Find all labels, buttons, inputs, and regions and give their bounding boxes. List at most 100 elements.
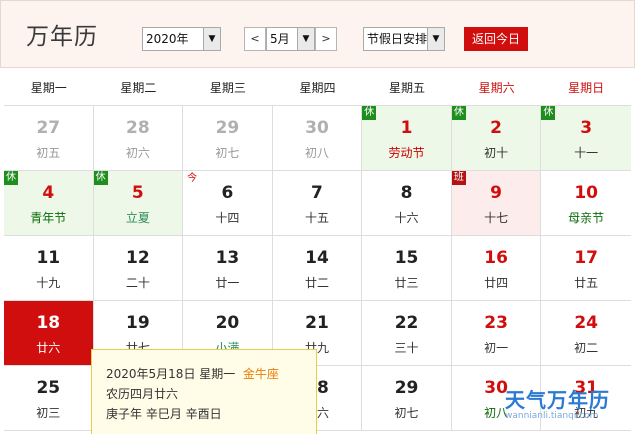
calendar-day-cell[interactable]: 休 1 劳动节 xyxy=(362,106,452,170)
day-number: 21 xyxy=(305,313,329,333)
lunar-date: 初二 xyxy=(574,341,599,355)
day-number: 12 xyxy=(126,248,150,268)
weekday-label: 星期六 xyxy=(478,81,515,95)
calendar-day-cell[interactable]: 29 初七 xyxy=(362,366,452,430)
lunar-date: 十四 xyxy=(215,211,240,225)
weekday-label: 星期三 xyxy=(209,81,246,95)
calendar-day-cell[interactable]: 24 初二 xyxy=(541,301,631,365)
calendar-week-row: 27 初五 28 初六 29 初七 30 初八休 1 劳动节休 2 初十休 3 十一 xyxy=(4,106,631,171)
calendar-day-cell[interactable]: 16 廿四 xyxy=(452,236,542,300)
day-number: 1 xyxy=(400,118,413,138)
calendar-day-cell[interactable]: 13 廿一 xyxy=(183,236,273,300)
calendar-day-cell[interactable]: 27 初五 xyxy=(4,106,94,170)
lunar-date: 廿三 xyxy=(394,276,419,290)
calendar-day-cell[interactable]: 28 初六 xyxy=(94,106,184,170)
weekday-label: 星期一 xyxy=(30,81,67,95)
month-value: 5月 xyxy=(270,32,290,46)
day-number: 15 xyxy=(394,248,419,268)
day-number: 3 xyxy=(580,118,593,138)
day-number: 10 xyxy=(574,183,598,203)
day-number: 24 xyxy=(574,313,598,333)
calendar-day-cell[interactable]: 17 廿五 xyxy=(541,236,631,300)
page-title: 万年历 xyxy=(26,24,98,50)
calendar-day-cell[interactable]: 班 9 十七 xyxy=(451,171,542,235)
day-number: 5 xyxy=(131,183,144,203)
day-number: 29 xyxy=(215,118,240,138)
lunar-date: 初八 xyxy=(304,146,329,160)
tooltip-date: 2020年5月18日 星期一 xyxy=(106,367,236,381)
lunar-date: 初七 xyxy=(215,146,240,160)
day-number: 20 xyxy=(215,313,240,333)
calendar-day-cell[interactable]: 22 三十 xyxy=(362,301,452,365)
chevron-down-icon: ▼ xyxy=(297,28,314,50)
day-number: 14 xyxy=(305,248,329,268)
watermark-url: wannianli.tianqi.com xyxy=(505,411,599,421)
calendar-day-cell[interactable]: 8 十六 xyxy=(362,171,452,235)
chevron-down-icon: ▼ xyxy=(203,28,220,50)
day-number: 8 xyxy=(400,183,413,203)
day-number: 16 xyxy=(484,248,508,268)
day-number: 2 xyxy=(490,118,503,138)
lunar-date: 劳动节 xyxy=(388,146,425,160)
calendar-day-cell[interactable]: 休 3 十一 xyxy=(541,106,631,170)
day-number: 18 xyxy=(36,313,61,333)
chevron-down-icon: ▼ xyxy=(427,28,444,50)
lunar-date: 初七 xyxy=(394,406,419,420)
calendar-day-cell[interactable]: 7 十五 xyxy=(273,171,363,235)
calendar-week-row: 休 4 青年节休 5 立夏今 6 十四 7 十五 8 十六班 9 十七 10 母亲节 xyxy=(4,171,631,236)
lunar-date: 廿四 xyxy=(484,276,509,290)
calendar-day-cell[interactable]: 休 2 初十 xyxy=(451,106,542,170)
day-number: 13 xyxy=(215,248,240,268)
calendar-day-cell[interactable]: 29 初七 xyxy=(183,106,273,170)
year-select[interactable]: 2020年 ▼ xyxy=(142,27,221,51)
month-select[interactable]: 5月 ▼ xyxy=(266,27,315,51)
calendar-day-cell[interactable]: 11 十九 xyxy=(4,236,94,300)
calendar-day-cell[interactable]: 18 廿六 xyxy=(4,301,94,365)
lunar-date: 十七 xyxy=(484,211,509,225)
tooltip-lunar: 农历四月廿六 xyxy=(106,387,179,401)
lunar-date: 初三 xyxy=(36,406,61,420)
day-detail-tooltip: 2020年5月18日 星期一 金牛座 农历四月廿六 庚子年 辛巳月 辛酉日 xyxy=(91,349,317,434)
day-number: 4 xyxy=(42,183,55,203)
calendar-day-cell[interactable]: 今 6 十四 xyxy=(183,171,273,235)
holiday-select-value: 节假日安排 xyxy=(367,32,428,46)
calendar-day-cell[interactable]: 23 初一 xyxy=(452,301,542,365)
lunar-date: 十九 xyxy=(36,276,61,290)
day-number: 27 xyxy=(36,118,61,138)
lunar-date: 十六 xyxy=(394,211,419,225)
lunar-date: 初五 xyxy=(36,146,61,160)
day-number: 17 xyxy=(574,248,598,268)
prev-month-button[interactable]: < xyxy=(244,27,266,51)
calendar-week-row: 11 十九 12 二十 13 廿一 14 廿二 15 廿三 16 廿四 17 廿五 xyxy=(4,236,631,301)
lunar-date: 初六 xyxy=(125,146,150,160)
weekday-header: 星期一 星期二 星期三 星期四 星期五 星期六 星期日 xyxy=(4,70,631,106)
tooltip-zodiac: 金牛座 xyxy=(242,367,279,381)
calendar-day-cell[interactable]: 14 廿二 xyxy=(273,236,363,300)
next-month-button[interactable]: > xyxy=(315,27,337,51)
lunar-date: 三十 xyxy=(394,341,419,355)
lunar-date: 十五 xyxy=(304,211,329,225)
calendar-day-cell[interactable]: 25 初三 xyxy=(4,366,94,430)
calendar-day-cell[interactable]: 30 初八 xyxy=(273,106,363,170)
lunar-date: 廿一 xyxy=(215,276,240,290)
lunar-date: 青年节 xyxy=(30,211,67,225)
watermark-logo: 天气万年历 xyxy=(505,388,610,412)
weekday-label: 星期五 xyxy=(389,81,426,95)
lunar-date: 二十 xyxy=(125,276,150,290)
weekday-label: 星期二 xyxy=(120,81,157,95)
calendar-day-cell[interactable]: 休 4 青年节 xyxy=(4,171,94,235)
watermark: 天气万年历 wannianli.tianqi.com xyxy=(505,384,635,421)
day-number: 7 xyxy=(311,183,323,203)
holiday-select[interactable]: 节假日安排 ▼ xyxy=(363,27,445,51)
year-value: 2020年 xyxy=(146,32,189,46)
lunar-date: 十一 xyxy=(574,146,599,160)
weekday-label: 星期四 xyxy=(299,81,336,95)
lunar-date: 廿六 xyxy=(36,341,61,355)
back-to-today-button[interactable]: 返回今日 xyxy=(464,27,528,51)
day-number: 30 xyxy=(305,118,329,138)
calendar-day-cell[interactable]: 休 5 立夏 xyxy=(93,171,184,235)
calendar-day-cell[interactable]: 10 母亲节 xyxy=(541,171,631,235)
calendar-day-cell[interactable]: 12 二十 xyxy=(94,236,184,300)
calendar-day-cell[interactable]: 15 廿三 xyxy=(362,236,452,300)
day-number: 6 xyxy=(221,183,234,203)
